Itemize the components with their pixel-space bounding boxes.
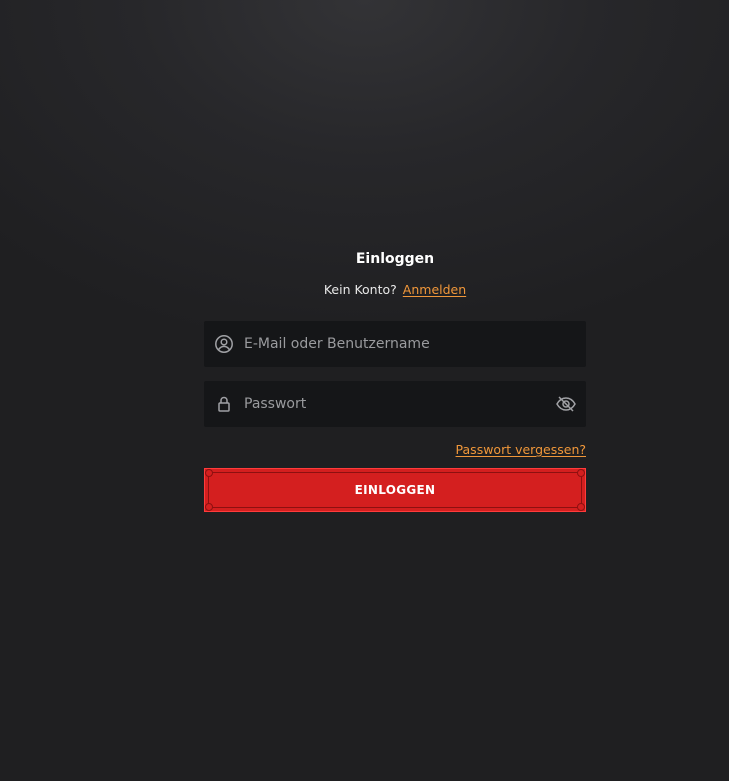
login-button[interactable]: EINLOGGEN bbox=[204, 468, 586, 512]
forgot-password-link[interactable]: Passwort vergessen? bbox=[456, 442, 586, 457]
user-circle-icon bbox=[214, 334, 234, 354]
button-corner-ornament bbox=[205, 503, 213, 511]
eye-off-icon[interactable] bbox=[555, 393, 577, 415]
forgot-password-row: Passwort vergessen? bbox=[204, 441, 586, 459]
button-corner-ornament bbox=[577, 503, 585, 511]
password-input[interactable] bbox=[234, 381, 555, 427]
page-title: Einloggen bbox=[355, 251, 435, 267]
button-corner-ornament bbox=[577, 469, 585, 477]
signup-prompt: Kein Konto? Anmelden bbox=[204, 281, 586, 299]
email-input[interactable] bbox=[234, 321, 586, 367]
lock-icon bbox=[214, 394, 234, 414]
login-panel: Einloggen Kein Konto? Anmelden E-Mail od… bbox=[204, 248, 586, 512]
signup-link[interactable]: Anmelden bbox=[403, 282, 466, 297]
login-button-label: EINLOGGEN bbox=[354, 483, 436, 497]
no-account-text: Kein Konto? bbox=[323, 282, 397, 297]
password-field[interactable] bbox=[204, 381, 586, 427]
email-field[interactable] bbox=[204, 321, 586, 367]
button-corner-ornament bbox=[205, 469, 213, 477]
